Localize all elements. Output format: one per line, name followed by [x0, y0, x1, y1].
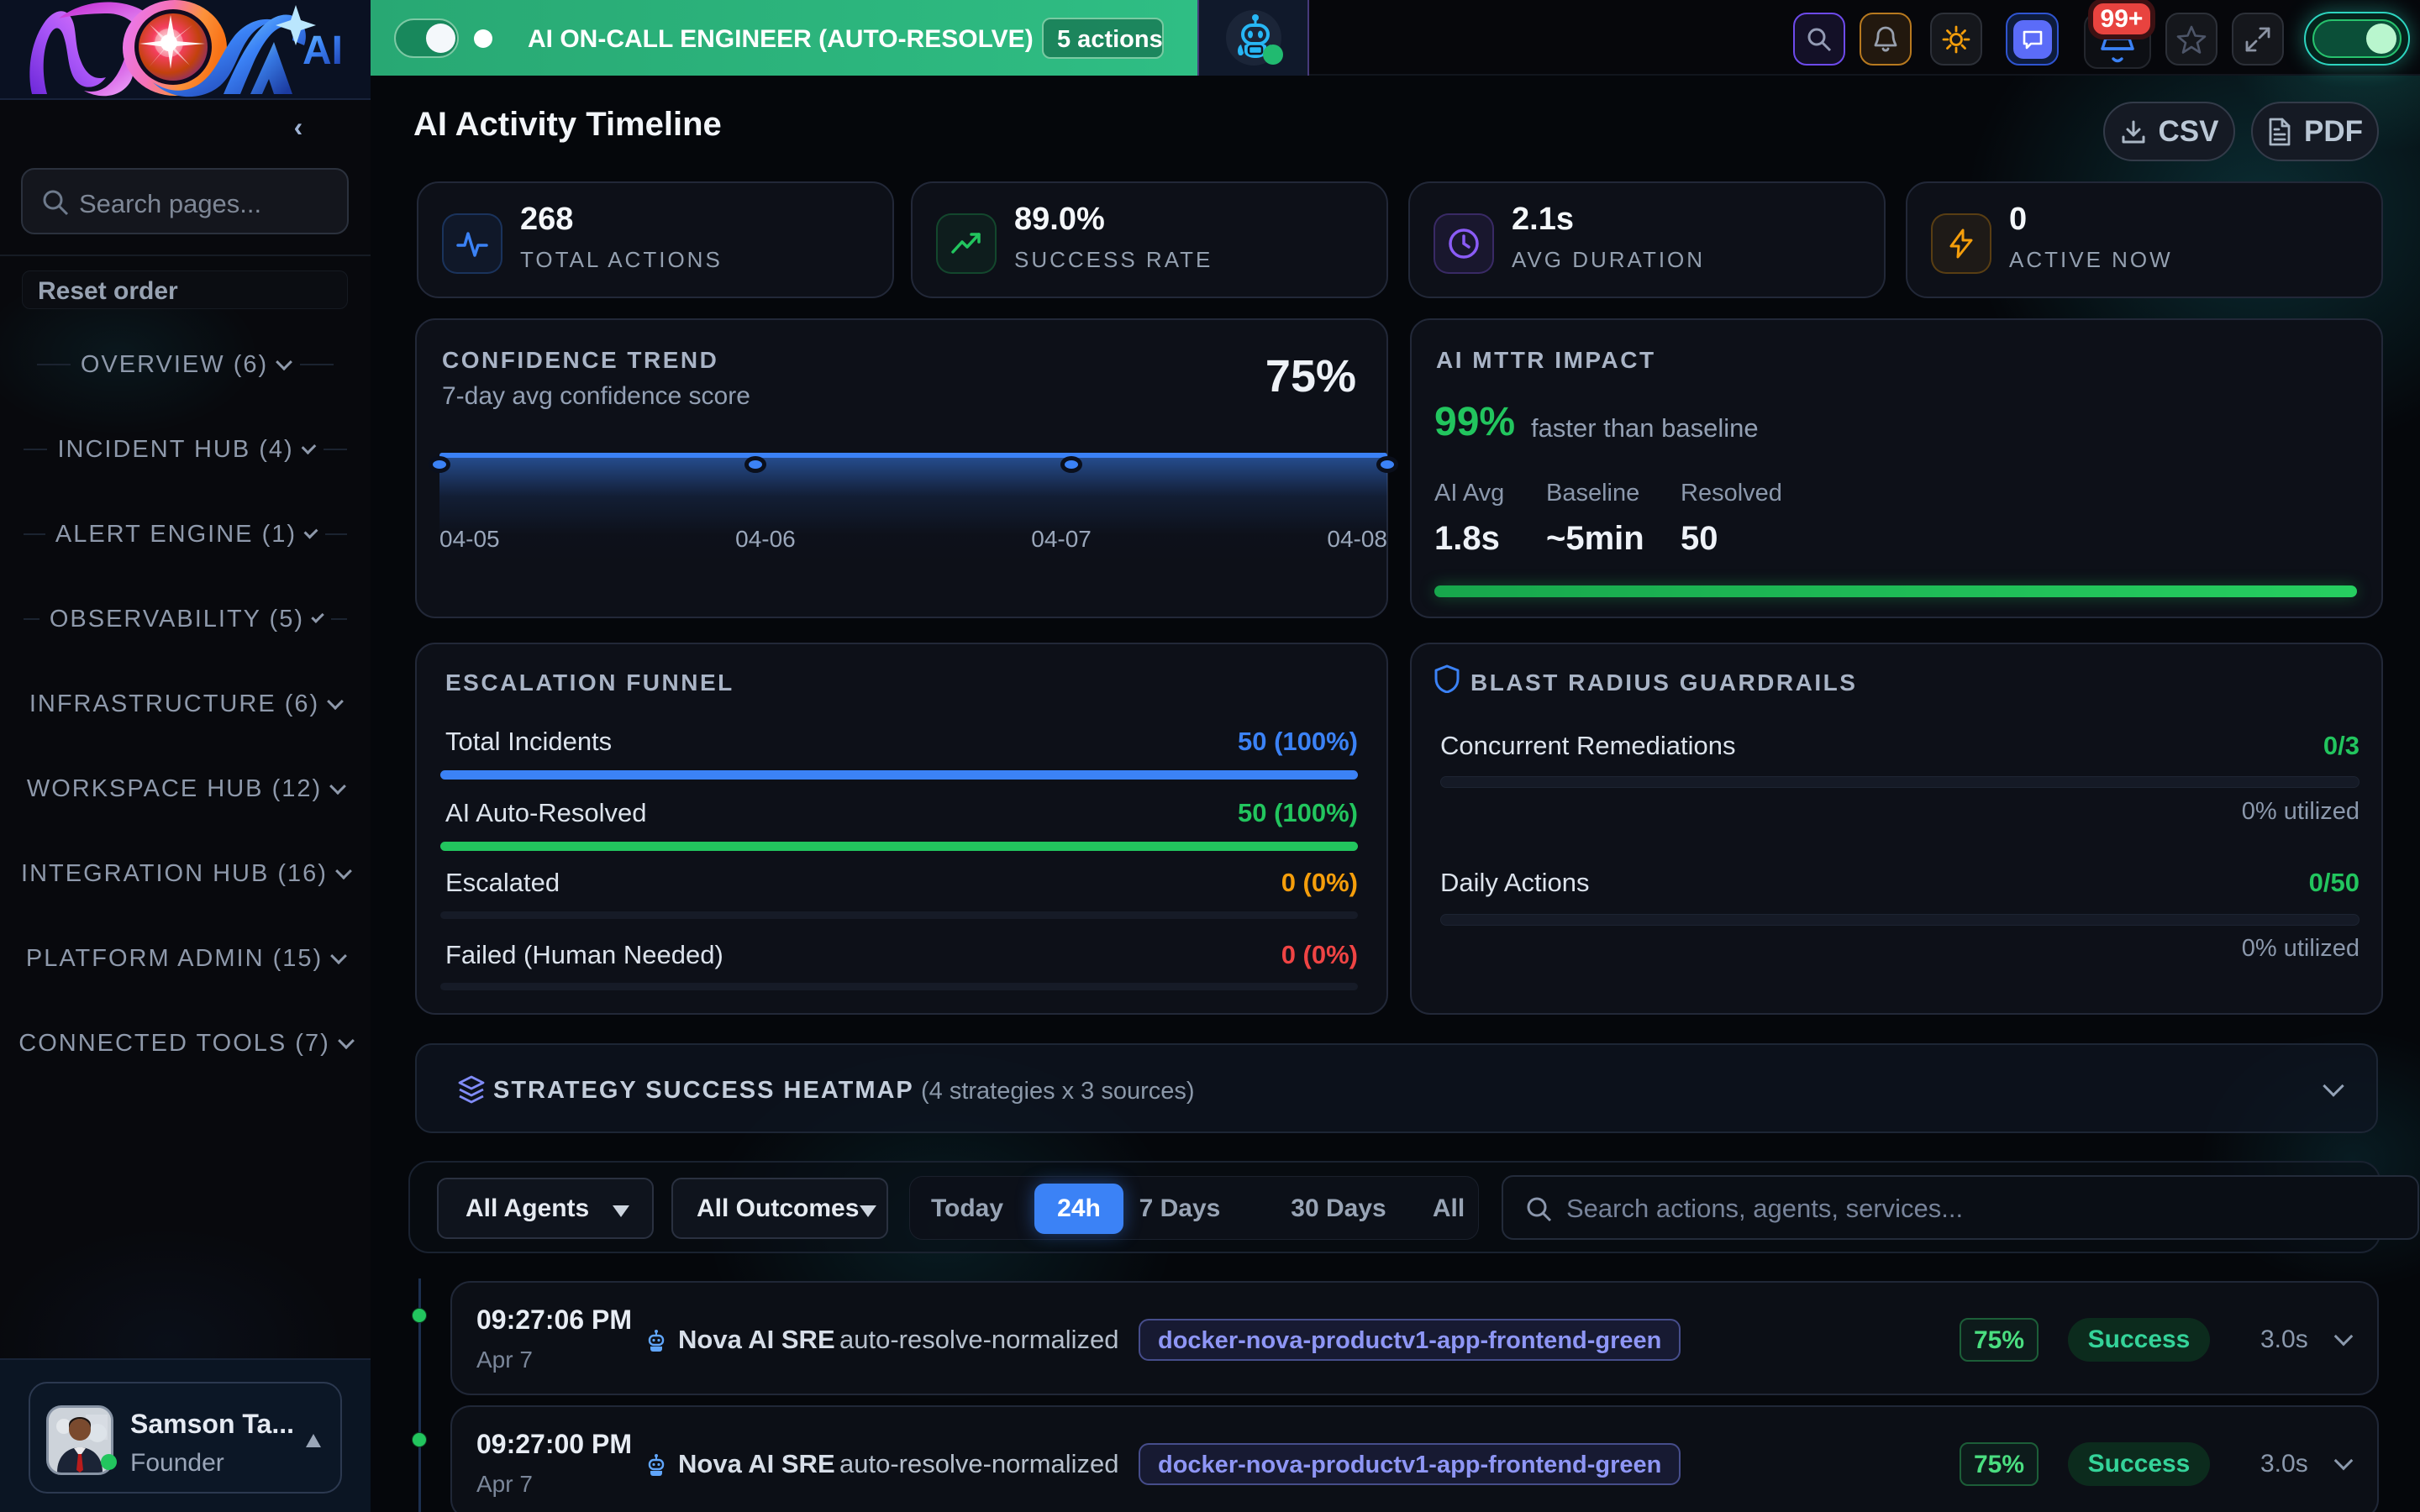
svg-text:AI: AI [302, 29, 343, 73]
